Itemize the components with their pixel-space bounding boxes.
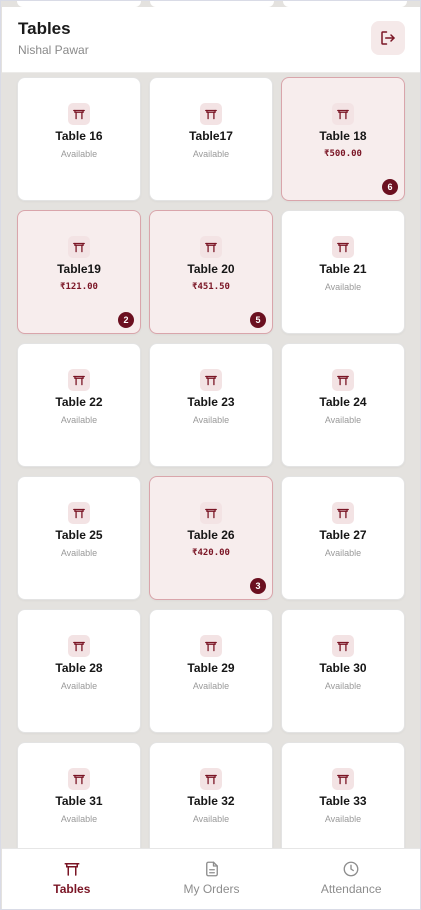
table-status: Available bbox=[60, 149, 98, 159]
table-card[interactable]: Table 27 Available bbox=[281, 476, 405, 600]
nav-item-attendance[interactable]: Attendance bbox=[281, 849, 420, 909]
table-status: Available bbox=[324, 548, 362, 558]
table-status: Available bbox=[324, 415, 362, 425]
table-card[interactable]: Table 18 ₹500.00 6 bbox=[281, 77, 405, 201]
table-card[interactable]: Table19 ₹121.00 2 bbox=[17, 210, 141, 334]
table-icon bbox=[200, 103, 222, 125]
app-header: Tables Nishal Pawar bbox=[2, 7, 420, 73]
table-status: Available bbox=[60, 548, 98, 558]
table-name: Table 21 bbox=[319, 262, 367, 276]
table-card[interactable]: Table 25 Available bbox=[17, 476, 141, 600]
table-card[interactable]: Table17 Available bbox=[149, 77, 273, 201]
table-amount: ₹500.00 bbox=[324, 149, 362, 159]
table-icon bbox=[68, 236, 90, 258]
table-icon bbox=[68, 635, 90, 657]
clock-icon bbox=[342, 860, 360, 878]
page-title: Tables bbox=[18, 19, 71, 38]
table-name: Table 31 bbox=[55, 794, 103, 808]
table-card[interactable]: Table 28 Available bbox=[17, 609, 141, 733]
table-icon bbox=[200, 502, 222, 524]
table-icon bbox=[332, 768, 354, 790]
logout-icon bbox=[381, 31, 395, 45]
table-name: Table 29 bbox=[187, 661, 235, 675]
table-status: Available bbox=[192, 814, 230, 824]
table-name: Table 26 bbox=[187, 528, 235, 542]
table-icon bbox=[332, 103, 354, 125]
table-card[interactable]: Table 20 ₹451.50 5 bbox=[149, 210, 273, 334]
table-status: Available bbox=[192, 415, 230, 425]
guest-count-badge: 2 bbox=[118, 312, 134, 328]
table-icon bbox=[332, 635, 354, 657]
app-frame: Tables Nishal Pawar Table 16 Available Tab… bbox=[0, 0, 421, 910]
table-status: Available bbox=[324, 814, 362, 824]
table-status: Available bbox=[324, 681, 362, 691]
table-icon bbox=[68, 502, 90, 524]
table-card[interactable]: Table 23 Available bbox=[149, 343, 273, 467]
table-icon bbox=[332, 502, 354, 524]
table-icon bbox=[63, 860, 81, 878]
document-icon bbox=[203, 860, 221, 878]
table-icon bbox=[200, 635, 222, 657]
nav-label: Tables bbox=[53, 882, 91, 896]
table-name: Table 23 bbox=[187, 395, 235, 409]
table-status: Available bbox=[192, 681, 230, 691]
nav-label: My Orders bbox=[183, 882, 240, 896]
table-card[interactable]: Table 16 Available bbox=[17, 77, 141, 201]
guest-count-badge: 3 bbox=[250, 578, 266, 594]
guest-count-badge: 6 bbox=[382, 179, 398, 195]
table-name: Table 28 bbox=[55, 661, 103, 675]
nav-item-tables[interactable]: Tables bbox=[2, 849, 142, 909]
table-card[interactable]: Table 22 Available bbox=[17, 343, 141, 467]
table-icon bbox=[200, 236, 222, 258]
table-status: Available bbox=[192, 149, 230, 159]
table-name: Table 18 bbox=[319, 129, 367, 143]
tables-grid: Table 16 Available Table17 Available Table 1… bbox=[17, 77, 407, 866]
table-name: Table 16 bbox=[55, 129, 103, 143]
table-icon bbox=[200, 768, 222, 790]
table-icon bbox=[200, 369, 222, 391]
table-icon bbox=[68, 103, 90, 125]
table-card[interactable]: Table 21 Available bbox=[281, 210, 405, 334]
table-card[interactable]: Table 26 ₹420.00 3 bbox=[149, 476, 273, 600]
nav-item-my-orders[interactable]: My Orders bbox=[142, 849, 282, 909]
table-icon bbox=[68, 768, 90, 790]
table-name: Table 24 bbox=[319, 395, 367, 409]
table-card[interactable]: Table 30 Available bbox=[281, 609, 405, 733]
user-name: Nishal Pawar bbox=[18, 43, 89, 57]
table-icon bbox=[332, 236, 354, 258]
table-amount: ₹420.00 bbox=[192, 548, 230, 558]
table-status: Available bbox=[60, 814, 98, 824]
table-card[interactable]: Table 29 Available bbox=[149, 609, 273, 733]
table-name: Table 33 bbox=[319, 794, 367, 808]
table-name: Table 25 bbox=[55, 528, 103, 542]
table-name: Table 30 bbox=[319, 661, 367, 675]
table-name: Table17 bbox=[189, 129, 233, 143]
table-card[interactable]: Table 24 Available bbox=[281, 343, 405, 467]
table-amount: ₹121.00 bbox=[60, 282, 98, 292]
table-icon bbox=[332, 369, 354, 391]
table-name: Table 32 bbox=[187, 794, 235, 808]
table-icon bbox=[68, 369, 90, 391]
table-status: Available bbox=[60, 415, 98, 425]
guest-count-badge: 5 bbox=[250, 312, 266, 328]
table-amount: ₹451.50 bbox=[192, 282, 230, 292]
table-status: Available bbox=[60, 681, 98, 691]
table-name: Table 22 bbox=[55, 395, 103, 409]
bottom-navigation: Tables My Orders Attendance bbox=[2, 848, 420, 909]
table-name: Table 20 bbox=[187, 262, 235, 276]
nav-label: Attendance bbox=[320, 882, 382, 896]
table-name: Table19 bbox=[57, 262, 101, 276]
table-status: Available bbox=[324, 282, 362, 292]
logout-button[interactable] bbox=[371, 21, 405, 55]
table-name: Table 27 bbox=[319, 528, 367, 542]
